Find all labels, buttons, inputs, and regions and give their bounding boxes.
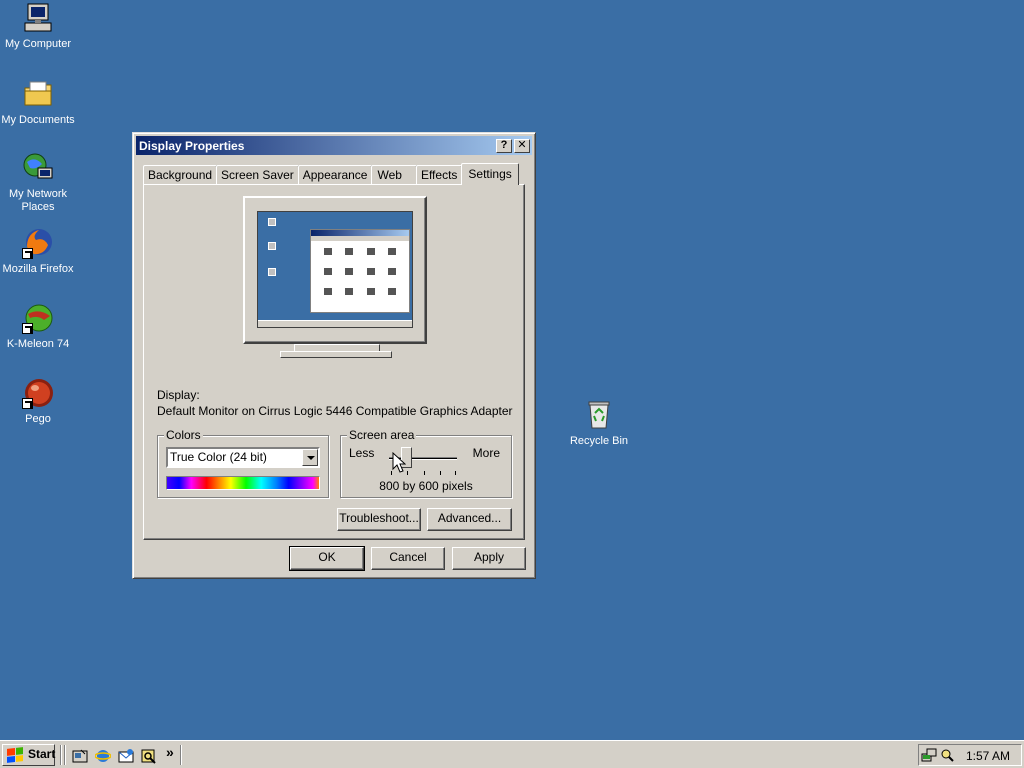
desktop-icon-pego[interactable]: Pego <box>0 377 76 426</box>
desktop-icon-label: My Documents <box>1 114 75 126</box>
show-desktop-icon[interactable] <box>72 748 88 764</box>
preview-desktop-icon <box>268 218 276 226</box>
colors-dropdown[interactable]: True Color (24 bit) <box>166 447 320 468</box>
preview-desktop-icon <box>268 268 276 276</box>
screen-area-group: Screen area Less More 800 by 600 pixels <box>340 428 512 498</box>
shortcut-arrow-icon <box>22 248 33 259</box>
outlook-express-icon[interactable] <box>118 748 134 764</box>
display-properties-window[interactable]: Display Properties ? ✕ Background Screen… <box>132 132 536 579</box>
tab-strip: Background Screen Saver Appearance Web E… <box>143 163 519 185</box>
desktop-icon-my-documents[interactable]: My Documents <box>0 78 76 127</box>
taskbar-separator <box>180 745 182 765</box>
tab-screen-saver[interactable]: Screen Saver <box>216 165 299 185</box>
windows-logo-icon <box>7 747 23 763</box>
advanced-button[interactable]: Advanced... <box>427 508 512 531</box>
desktop-icon-recycle-bin[interactable]: Recycle Bin <box>561 399 637 448</box>
internet-explorer-icon[interactable] <box>95 748 111 764</box>
tab-settings[interactable]: Settings <box>461 163 519 185</box>
slider-tick <box>424 471 425 475</box>
pego-icon <box>22 377 54 409</box>
computer-icon <box>22 2 54 34</box>
recycle-bin-icon <box>583 399 615 431</box>
preview-taskbar <box>258 320 412 327</box>
start-label: Start <box>28 747 56 761</box>
slider-tick <box>455 471 456 475</box>
taskbar-clock[interactable]: 1:57 AM <box>966 749 1010 763</box>
screen-resolution-text: 800 by 600 pixels <box>379 479 473 493</box>
desktop-icon-label: My Computer <box>4 38 72 50</box>
system-tray: 1:57 AM <box>918 744 1022 766</box>
troubleshoot-button[interactable]: Troubleshoot... <box>337 508 421 531</box>
title-bar[interactable]: Display Properties ? ✕ <box>136 136 532 155</box>
desktop-icon-mozilla-firefox[interactable]: Mozilla Firefox <box>0 227 76 276</box>
preview-desktop-icon <box>268 242 276 250</box>
folder-icon <box>22 78 54 110</box>
shortcut-arrow-icon <box>22 398 33 409</box>
slider-more-label: More <box>472 446 500 460</box>
start-button[interactable]: Start <box>2 744 55 766</box>
search-tray-icon[interactable] <box>939 747 955 763</box>
network-tray-icon[interactable] <box>921 747 937 763</box>
taskbar-separator <box>64 745 66 765</box>
desktop-icon-my-computer[interactable]: My Computer <box>0 2 76 51</box>
colors-group: Colors True Color (24 bit) <box>157 428 329 498</box>
desktop-icon-label: Recycle Bin <box>569 435 629 447</box>
colors-legend: Colors <box>164 428 203 442</box>
close-button[interactable]: ✕ <box>514 138 530 153</box>
k-meleon-icon <box>22 302 54 334</box>
color-spectrum-bar <box>166 476 320 490</box>
display-adapter-text: Default Monitor on Cirrus Logic 5446 Com… <box>157 404 513 418</box>
preview-window <box>310 229 410 313</box>
slider-tick <box>440 471 441 475</box>
firefox-icon <box>22 227 54 259</box>
taskbar: Start » 1:57 AM <box>0 740 1024 768</box>
apply-button[interactable]: Apply <box>452 547 526 570</box>
desktop-icon-my-network-places[interactable]: My Network Places <box>0 152 76 214</box>
cancel-button[interactable]: Cancel <box>371 547 445 570</box>
desktop-icon-label: Mozilla Firefox <box>2 263 74 275</box>
tab-background[interactable]: Background <box>143 165 218 185</box>
taskbar-separator <box>60 745 62 765</box>
screen-area-legend: Screen area <box>347 428 417 442</box>
mouse-pointer-icon <box>392 452 406 473</box>
tab-effects[interactable]: Effects <box>415 165 463 185</box>
colors-selected-value: True Color (24 bit) <box>170 450 267 464</box>
slider-tick <box>407 471 408 475</box>
desktop-icon-label: K-Meleon 74 <box>6 338 70 350</box>
shortcut-arrow-icon <box>22 323 33 334</box>
tab-web[interactable]: Web <box>371 165 417 185</box>
monitor-preview-screen <box>257 211 413 328</box>
desktop-icon-label-line2: Places <box>21 201 55 213</box>
tab-appearance[interactable]: Appearance <box>297 165 373 185</box>
settings-panel: Display: Default Monitor on Cirrus Logic… <box>143 184 525 540</box>
desktop-icon-label: My Network <box>8 188 68 200</box>
quick-launch-chevron[interactable]: » <box>166 744 174 760</box>
monitor-base <box>280 351 392 358</box>
slider-less-label: Less <box>349 446 375 460</box>
desktop-icon-k-meleon[interactable]: K-Meleon 74 <box>0 302 76 351</box>
network-icon <box>22 152 54 184</box>
help-button[interactable]: ? <box>496 138 512 153</box>
window-title: Display Properties <box>139 138 245 153</box>
desktop-icon-label: Pego <box>25 413 51 425</box>
monitor-preview <box>243 196 427 344</box>
display-label: Display: <box>157 388 200 402</box>
dropdown-arrow-icon[interactable] <box>302 449 318 466</box>
windows-media-icon[interactable] <box>141 748 157 764</box>
ok-button[interactable]: OK <box>289 546 365 571</box>
